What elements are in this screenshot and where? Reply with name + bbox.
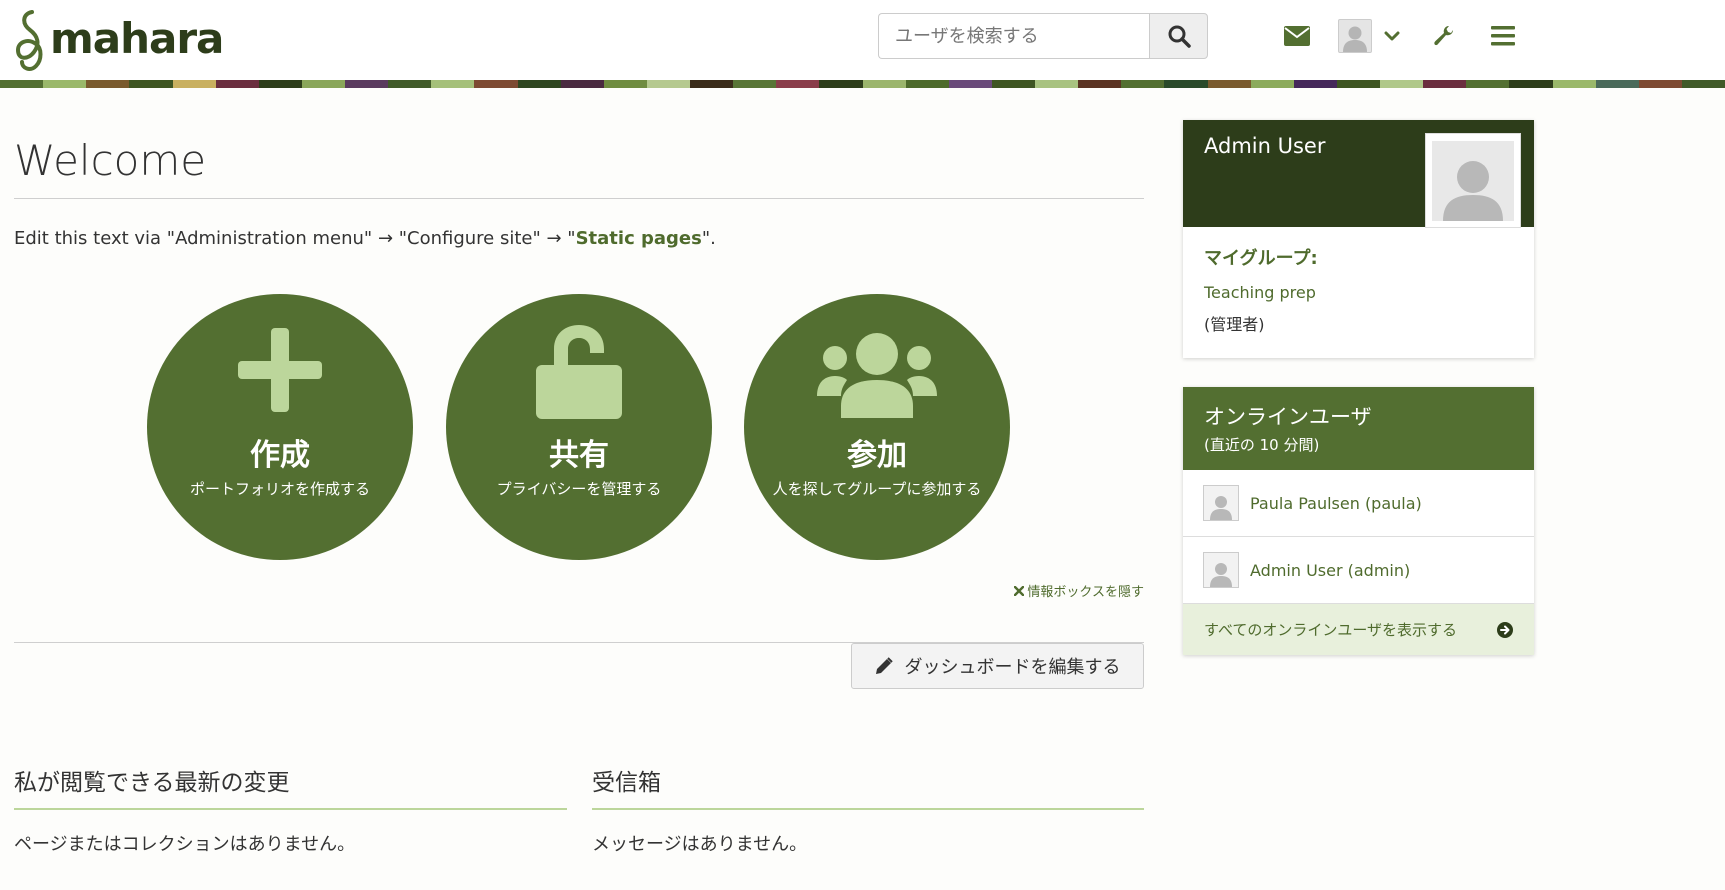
envelope-icon xyxy=(1284,26,1310,46)
pencil-icon xyxy=(875,657,893,674)
group-link[interactable]: Teaching prep xyxy=(1204,283,1316,302)
site-logo[interactable]: mahara xyxy=(14,8,224,72)
inbox-empty: メッセージはありません。 xyxy=(592,834,808,855)
create-title: 作成 xyxy=(250,438,310,473)
unlock-icon xyxy=(536,325,622,419)
user-silhouette-icon xyxy=(1343,26,1367,52)
search-input[interactable] xyxy=(878,13,1149,59)
static-pages-link[interactable]: Static pages xyxy=(576,228,702,249)
share-subtitle: プライバシーを管理する xyxy=(496,480,662,498)
edit-dashboard-label: ダッシュボードを編集する xyxy=(904,657,1121,678)
user-silhouette-icon xyxy=(1443,160,1503,221)
chevron-down-icon xyxy=(1384,31,1400,41)
engage-subtitle: 人を探してグループに参加する xyxy=(772,480,982,498)
recent-changes-empty: ページまたはコレクションはありません。 xyxy=(14,834,356,855)
intro-text-after: ". xyxy=(701,228,716,249)
online-user-row[interactable]: Admin User (admin) xyxy=(1183,537,1534,604)
avatar xyxy=(1338,19,1372,53)
plus-icon xyxy=(238,328,322,412)
user-menu-avatar[interactable] xyxy=(1338,18,1372,54)
intro-text: Edit this text via "Administration menu"… xyxy=(14,228,716,249)
divider xyxy=(14,198,1144,199)
online-user-name: Admin User (admin) xyxy=(1250,560,1411,580)
show-all-online-users-label: すべてのオンラインユーザを表示する xyxy=(1204,621,1458,639)
online-user-name: Paula Paulsen (paula) xyxy=(1250,493,1422,513)
user-menu-toggle[interactable] xyxy=(1382,18,1402,54)
avatar xyxy=(1203,552,1239,588)
mahara-logo-icon xyxy=(15,10,43,71)
user-silhouette-icon xyxy=(1210,563,1232,587)
hide-infobox-link[interactable]: 情報ボックスを隠す xyxy=(1014,581,1144,600)
edit-dashboard-button[interactable]: ダッシュボードを編集する xyxy=(851,643,1144,689)
engage-title: 参加 xyxy=(847,438,907,473)
recent-changes-divider xyxy=(14,808,567,810)
arrow-circle-right-icon xyxy=(1497,621,1513,638)
online-user-row[interactable]: Paula Paulsen (paula) xyxy=(1183,470,1534,537)
online-users-header: オンラインユーザ (直近の 10 分間) xyxy=(1183,387,1534,470)
share-title: 共有 xyxy=(549,438,609,473)
search-icon xyxy=(1168,25,1191,48)
profile-avatar[interactable] xyxy=(1425,133,1521,228)
online-subtitle-suffix: 分間) xyxy=(1278,436,1320,454)
online-users-title: オンラインユーザ xyxy=(1204,405,1372,429)
group-icon xyxy=(817,333,937,418)
recent-changes-title: 私が閲覧できる最新の変更 xyxy=(14,770,290,796)
intro-text-before: Edit this text via "Administration menu"… xyxy=(14,228,576,249)
administration-button[interactable] xyxy=(1432,18,1456,54)
share-privacy-circle[interactable]: 共有 プライバシーを管理する xyxy=(446,294,712,560)
header-decorative-stripe xyxy=(0,80,1725,88)
wrench-icon xyxy=(1434,26,1453,46)
search-button[interactable] xyxy=(1149,13,1208,59)
group-role: (管理者) xyxy=(1204,315,1265,334)
my-groups-label: マイグループ: xyxy=(1204,248,1318,269)
create-portfolio-circle[interactable]: 作成 ポートフォリオを作成する xyxy=(147,294,413,560)
avatar xyxy=(1203,485,1239,521)
main-menu-button[interactable] xyxy=(1491,18,1515,54)
inbox-title: 受信箱 xyxy=(592,770,661,796)
create-subtitle: ポートフォリオを作成する xyxy=(189,480,370,498)
user-silhouette-icon xyxy=(1210,496,1232,520)
show-all-online-users-link[interactable]: すべてのオンラインユーザを表示する xyxy=(1183,604,1534,655)
close-icon xyxy=(1014,585,1025,596)
online-users-card: オンラインユーザ (直近の 10 分間) Paula Paulsen (paul… xyxy=(1183,387,1534,655)
logo-text: mahara xyxy=(50,13,224,63)
profile-name-link[interactable]: Admin User xyxy=(1204,134,1325,158)
inbox-button[interactable] xyxy=(1283,18,1311,54)
online-subtitle-prefix: (直近の xyxy=(1204,436,1260,454)
engage-groups-circle[interactable]: 参加 人を探してグループに参加する xyxy=(744,294,1010,560)
profile-sidebar-card: Admin User マイグループ: Teaching prep (管理者) xyxy=(1183,120,1534,358)
online-subtitle-minutes: 10 xyxy=(1259,436,1279,454)
user-search xyxy=(878,13,1208,59)
hide-infobox-label: 情報ボックスを隠す xyxy=(1027,585,1144,600)
inbox-divider xyxy=(592,808,1144,810)
site-header: mahara xyxy=(0,0,1725,80)
online-users-subtitle: (直近の 10 分間) xyxy=(1204,434,1319,455)
menu-icon xyxy=(1491,26,1515,46)
page-title: Welcome xyxy=(14,136,207,185)
